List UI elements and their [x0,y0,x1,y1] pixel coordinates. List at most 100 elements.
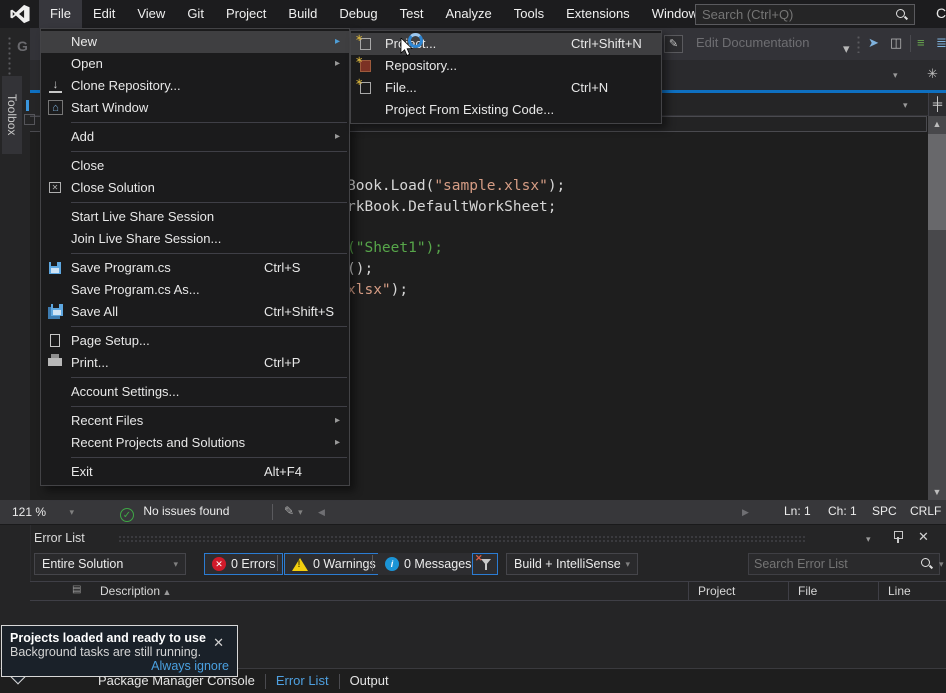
column-header-project[interactable]: Project [698,584,735,598]
menu-git[interactable]: Git [176,0,215,28]
quick-search-box[interactable] [695,4,915,25]
file-menu-item-recent-files[interactable]: Recent Files▸ [41,410,349,432]
code-line: ("Sheet1"); [347,238,443,258]
file-menu-item-save-program-cs-as[interactable]: Save Program.cs As... [41,279,349,301]
close-icon[interactable]: ✕ [213,635,224,651]
menu-debug[interactable]: Debug [328,0,388,28]
file-menu-item-save-program-cs[interactable]: Save Program.csCtrl+S [41,257,349,279]
column-divider[interactable] [788,582,789,602]
menu-extensions[interactable]: Extensions [555,0,641,28]
multi-filter-button[interactable]: ✕ [472,553,498,575]
zoom-selector[interactable]: 121 % ▾ [6,502,80,522]
scroll-up-icon[interactable]: ▲ [928,119,946,129]
file-menu-item-join-live-share-session[interactable]: Join Live Share Session... [41,228,349,250]
line-ending-indicator[interactable]: CRLF [910,504,941,518]
toolbar-grip[interactable] [7,36,12,76]
bottom-tab-error-list[interactable]: Error List [266,669,339,693]
indent-lines-icon[interactable]: ≡ [917,35,925,50]
scope-dropdown[interactable]: Entire Solution ▾ [34,553,186,575]
comment-icon[interactable]: ≣ [936,35,946,51]
errors-filter-button[interactable]: ✕ 0 Errors [204,553,283,575]
menu-separator [71,457,347,458]
file-menu-item-new[interactable]: New▸ [41,31,349,53]
error-list-search[interactable]: ▾ [748,553,940,575]
spaces-indicator[interactable]: SPC [872,504,897,518]
gear-icon[interactable]: ✳ [927,66,938,82]
chevron-down-icon[interactable]: ▾ [903,100,908,111]
file-menu-item-close[interactable]: Close [41,155,349,177]
file-menu-item-page-setup[interactable]: Page Setup... [41,330,349,352]
save-all-icon [51,304,63,316]
menu-project[interactable]: Project [215,0,277,28]
quick-search-input[interactable] [696,7,896,22]
hscroll-right-icon[interactable]: ▶ [742,507,749,518]
chevron-down-icon[interactable]: ▾ [939,559,944,570]
error-list-search-input[interactable] [754,557,915,571]
bottom-tab-output[interactable]: Output [340,669,399,693]
file-menu-item-close-solution[interactable]: ✕Close Solution [41,177,349,199]
file-menu-label: Recent Files [71,413,143,428]
toolbox-tab[interactable]: Toolbox [2,76,22,154]
menu-edit[interactable]: Edit [82,0,126,28]
messages-filter-button[interactable]: i 0 Messages [378,553,478,575]
code-cleanup-icon[interactable]: ✎▾ [284,504,303,518]
new-submenu-item-project[interactable]: ∗Project...Ctrl+Shift+N [351,33,661,55]
select-element-icon[interactable]: ➤ [868,35,879,51]
file-menu-item-print[interactable]: Print...Ctrl+P [41,352,349,374]
menu-build[interactable]: Build [277,0,328,28]
chevron-down-icon[interactable]: ▾ [893,70,898,81]
menu-view[interactable]: View [126,0,176,28]
column-divider[interactable] [878,582,879,602]
code-segment: Book.Load( [347,178,434,194]
hscroll-left-icon[interactable]: ◀ [318,507,325,518]
copy-icon[interactable]: ◫ [890,35,902,51]
column-header-line[interactable]: Line [888,584,911,598]
scroll-down-icon[interactable]: ▼ [928,487,946,497]
file-menu-label: Join Live Share Session... [71,231,221,246]
info-icon: i [385,557,399,571]
pin-icon[interactable] [893,531,903,543]
file-menu-item-start-window[interactable]: ⌂Start Window [41,97,349,119]
scrollbar-thumb[interactable] [928,134,946,230]
error-list-title: Error List [34,531,85,545]
file-menu-label: Clone Repository... [71,78,181,93]
file-menu-item-recent-projects-and-solutions[interactable]: Recent Projects and Solutions▸ [41,432,349,454]
source-dropdown[interactable]: Build + IntelliSense ▾ [506,553,638,575]
toolbar-grip[interactable] [856,35,861,53]
menu-file[interactable]: File [39,0,82,28]
file-menu-item-start-live-share-session[interactable]: Start Live Share Session [41,206,349,228]
chevron-down-icon[interactable]: ▾ [843,41,850,57]
page-setup-icon [50,334,60,347]
window-position-icon[interactable]: ▾ [866,534,871,545]
warnings-filter-button[interactable]: 0 Warnings [284,553,384,575]
file-menu-item-exit[interactable]: ExitAlt+F4 [41,461,349,483]
pencil-icon[interactable]: ✎ [664,35,683,53]
file-menu-item-clone-repository[interactable]: ↓Clone Repository... [41,75,349,97]
new-submenu-item-file[interactable]: ∗File...Ctrl+N [351,77,661,99]
file-menu-item-account-settings[interactable]: Account Settings... [41,381,349,403]
column-header-file[interactable]: File [798,584,817,598]
code-segment: ); [391,282,408,298]
menu-analyze[interactable]: Analyze [434,0,502,28]
submenu-arrow-icon: ▸ [335,432,340,454]
editor-vertical-scrollbar[interactable]: ▲ ▼ [928,116,946,500]
new-submenu-item-repository[interactable]: ∗Repository... [351,55,661,77]
menu-tools[interactable]: Tools [503,0,555,28]
account-button[interactable]: C [936,5,946,21]
close-icon[interactable]: ✕ [918,529,929,545]
error-icon: ✕ [212,557,226,571]
code-line: Book.Load("sample.xlsx"); [347,176,565,196]
always-ignore-link[interactable]: Always ignore [151,659,229,673]
column-divider[interactable] [688,582,689,602]
new-submenu-item-project-from-existing-code[interactable]: Project From Existing Code... [351,99,661,121]
file-menu-item-open[interactable]: Open▸ [41,53,349,75]
file-menu-item-save-all[interactable]: Save AllCtrl+Shift+S [41,301,349,323]
split-editor-handle[interactable]: ╪ [928,93,946,116]
panel-drag-texture[interactable] [118,535,806,543]
file-menu-item-add[interactable]: Add▸ [41,126,349,148]
health-indicator[interactable]: ✓ No issues found [120,504,229,522]
file-menu-label: Print... [71,355,109,370]
shortcut-label: Ctrl+Shift+N [571,33,642,55]
column-header-description[interactable]: Description ▲ [100,584,171,598]
menu-test[interactable]: Test [389,0,435,28]
